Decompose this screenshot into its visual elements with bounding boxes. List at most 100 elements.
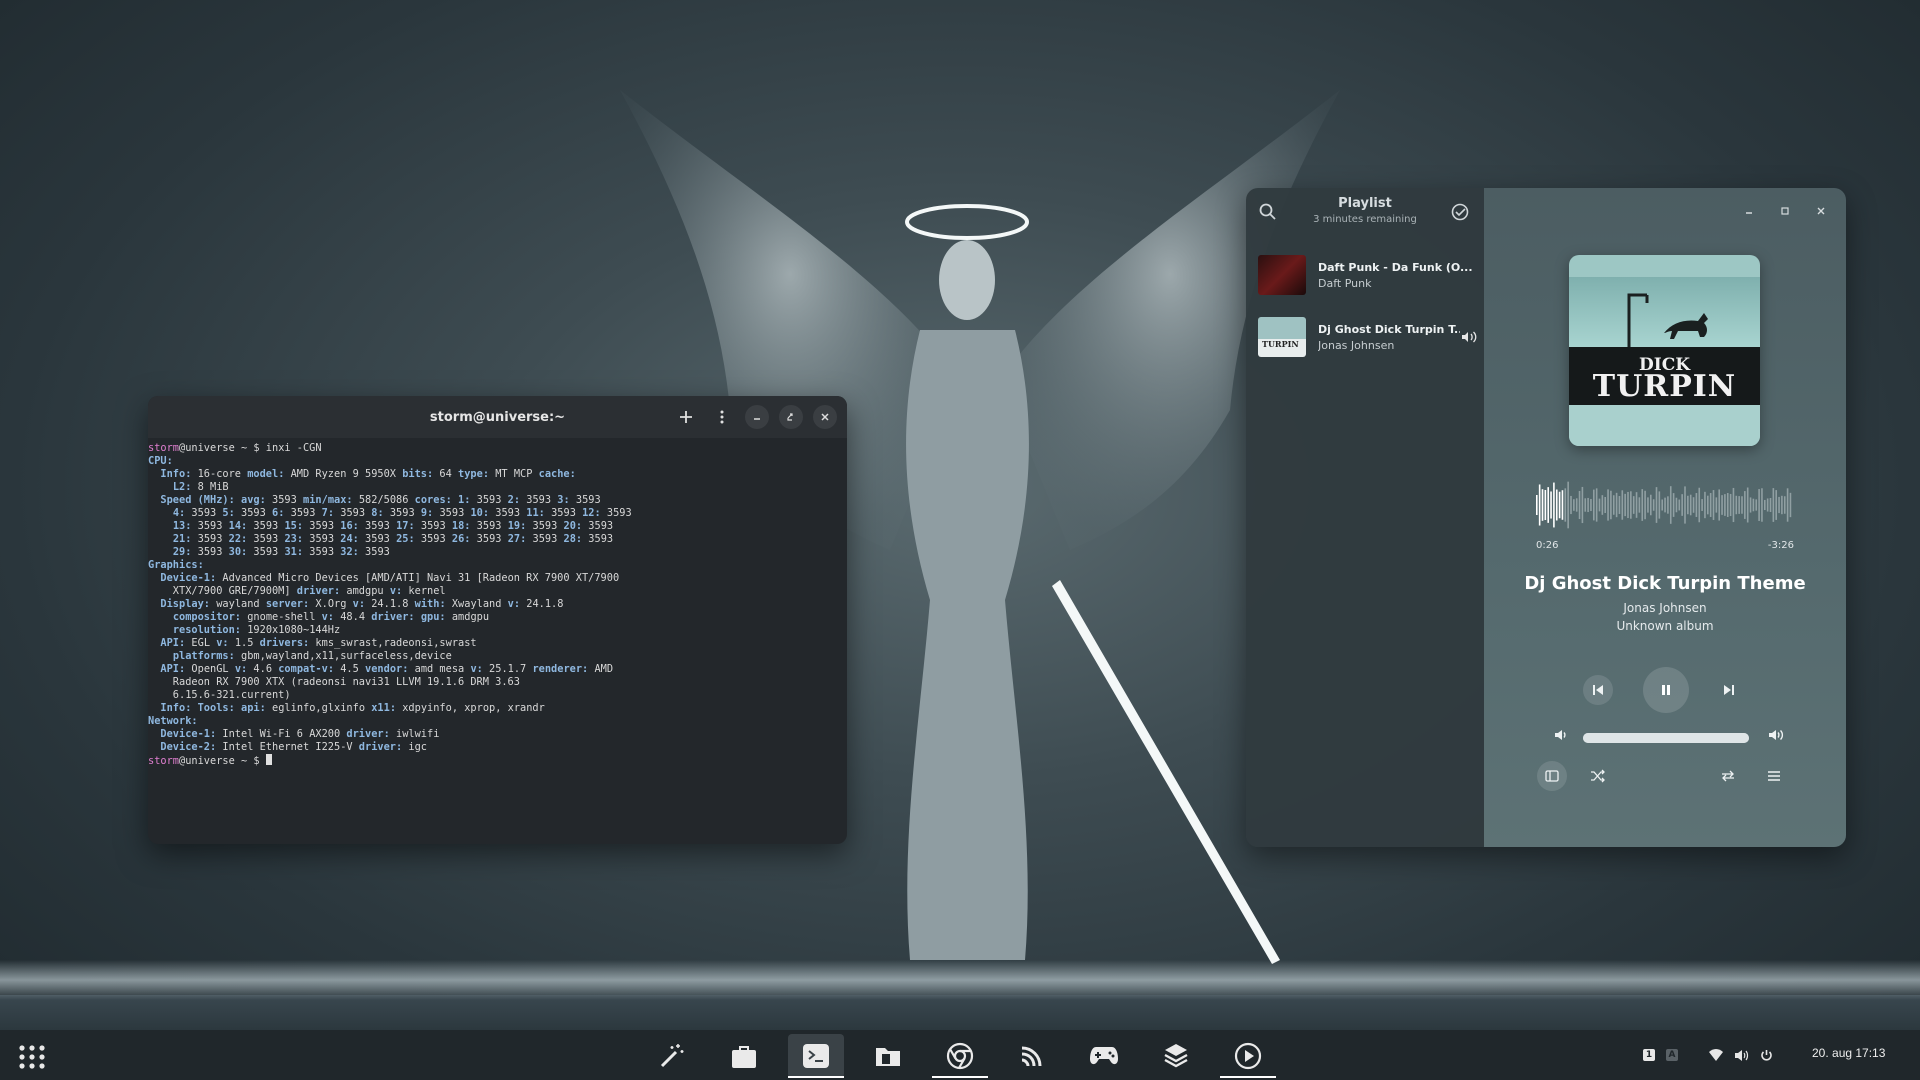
workspace-label: 1 bbox=[1643, 1049, 1655, 1061]
waveform-bar-played bbox=[1558, 491, 1561, 519]
previous-track-button[interactable] bbox=[1583, 675, 1613, 705]
sidebar-toggle-button[interactable] bbox=[1537, 761, 1567, 791]
waveform-bar bbox=[1564, 488, 1567, 522]
dock-rss-app[interactable] bbox=[1004, 1034, 1060, 1078]
select-check-icon[interactable] bbox=[1450, 202, 1470, 222]
player-close-button[interactable] bbox=[1810, 200, 1832, 222]
waveform-bar bbox=[1681, 494, 1683, 516]
waveform-bar bbox=[1601, 495, 1604, 515]
plus-icon bbox=[680, 411, 692, 423]
dock-files-app[interactable] bbox=[860, 1034, 916, 1078]
terminal-maximize-button[interactable] bbox=[779, 405, 803, 429]
clock[interactable]: 20. aug 17:13 bbox=[1812, 1046, 1885, 1060]
terminal-line: 4: 3593 5: 3593 6: 3593 7: 3593 8: 3593 … bbox=[148, 507, 847, 520]
dock-store-app[interactable] bbox=[716, 1034, 772, 1078]
gamepad-icon bbox=[1090, 1047, 1118, 1065]
terminal-text: v: bbox=[389, 585, 403, 597]
terminal-text: 11: bbox=[526, 507, 545, 519]
dock-layers-app[interactable] bbox=[1148, 1034, 1204, 1078]
terminal-text: API: bbox=[160, 637, 186, 649]
terminal-text: bits: bbox=[402, 468, 434, 480]
waveform-bar bbox=[1615, 492, 1618, 518]
repeat-button[interactable] bbox=[1713, 761, 1743, 791]
volume-slider[interactable] bbox=[1583, 733, 1749, 743]
waveform-bar bbox=[1587, 497, 1589, 513]
terminal-text: 3593 bbox=[358, 533, 397, 545]
kebab-menu-icon bbox=[720, 410, 724, 424]
playlist-item[interactable]: Daft Punk - Da Funk (O... Daft Punk bbox=[1258, 250, 1478, 300]
pause-button[interactable] bbox=[1643, 667, 1689, 713]
next-track-button[interactable] bbox=[1714, 675, 1744, 705]
player-minimize-button[interactable] bbox=[1738, 200, 1760, 222]
shuffle-button[interactable] bbox=[1583, 761, 1613, 791]
waveform-bar bbox=[1669, 486, 1672, 524]
terminal-text: 25: bbox=[396, 533, 415, 545]
waveform-bar bbox=[1570, 495, 1572, 515]
terminal-text: 13: bbox=[172, 520, 192, 532]
main-menu-button[interactable] bbox=[1759, 761, 1789, 791]
music-player-window[interactable]: Playlist 3 minutes remaining Daft Punk -… bbox=[1246, 188, 1846, 847]
waveform-bar bbox=[1761, 488, 1763, 522]
terminal-window[interactable]: storm@universe:~ storm@universe ~ $ inxi… bbox=[148, 396, 847, 844]
minimize-icon bbox=[1746, 212, 1752, 214]
terminal-menu-button[interactable] bbox=[709, 404, 735, 430]
waveform-bar bbox=[1692, 497, 1695, 513]
terminal-text: 21: bbox=[172, 533, 192, 545]
waveform-bar bbox=[1721, 495, 1723, 515]
terminal-output[interactable]: storm@universe ~ $ inxi -CGN CPU: Info: 1… bbox=[148, 438, 847, 767]
waveform-bar bbox=[1635, 492, 1638, 518]
new-tab-button[interactable] bbox=[673, 404, 699, 430]
player-maximize-button[interactable] bbox=[1774, 200, 1796, 222]
waveform-bar bbox=[1755, 499, 1758, 511]
terminal-text: 19: bbox=[507, 520, 527, 532]
terminal-text: 3593 bbox=[433, 507, 471, 519]
terminal-text: Tools: bbox=[197, 702, 235, 714]
terminal-text: 2: bbox=[507, 494, 521, 506]
app-grid-icon[interactable] bbox=[18, 1044, 46, 1070]
waveform-bar bbox=[1715, 497, 1718, 513]
terminal-minimize-button[interactable] bbox=[745, 405, 769, 429]
hamburger-menu-icon bbox=[1768, 771, 1780, 781]
volume-high-button[interactable] bbox=[1761, 720, 1791, 750]
terminal-line: API: EGL v: 1.5 drivers: kms_swrast,rade… bbox=[148, 637, 847, 650]
terminal-text: 25.1.7 bbox=[482, 663, 533, 675]
waveform-bar-played bbox=[1541, 489, 1544, 521]
waveform-bar bbox=[1766, 498, 1769, 512]
volume-low-button[interactable] bbox=[1546, 720, 1576, 750]
terminal-text: CPU: bbox=[148, 455, 173, 467]
terminal-text: gbm,wayland,x11,surfaceless,device bbox=[234, 650, 452, 662]
terminal-text: 16-core bbox=[191, 468, 248, 480]
volume-status[interactable] bbox=[1733, 1046, 1749, 1064]
dock-music-player-app[interactable] bbox=[1220, 1034, 1276, 1078]
playlist-item-playing[interactable]: TURPIN Dj Ghost Dick Turpin T... Jonas J… bbox=[1258, 312, 1478, 362]
skip-next-icon bbox=[1724, 685, 1734, 695]
waveform-bar bbox=[1758, 489, 1760, 521]
waveform-bar bbox=[1661, 499, 1663, 511]
playlist-title: Playlist bbox=[1338, 196, 1392, 211]
waveform-bar bbox=[1641, 489, 1644, 521]
terminal-text: server: bbox=[265, 598, 310, 610]
dock-chrome-app[interactable] bbox=[932, 1034, 988, 1078]
waveform-bar-played bbox=[1536, 495, 1538, 515]
waveform-bar-played bbox=[1544, 489, 1547, 521]
dock-terminal-app[interactable] bbox=[788, 1034, 844, 1078]
terminal-text: drivers: bbox=[259, 637, 310, 649]
terminal-header-bar[interactable]: storm@universe:~ bbox=[148, 396, 847, 438]
terminal-close-button[interactable] bbox=[813, 405, 837, 429]
terminal-text: 3593 bbox=[247, 533, 285, 545]
workspace-1-indicator[interactable]: 1 bbox=[1642, 1046, 1656, 1064]
terminal-icon bbox=[803, 1044, 829, 1068]
workspace-2-indicator[interactable]: A bbox=[1665, 1046, 1679, 1064]
wifi-status[interactable] bbox=[1708, 1046, 1724, 1064]
power-menu[interactable] bbox=[1758, 1046, 1774, 1064]
dock-magic-wand-app[interactable] bbox=[644, 1034, 700, 1078]
terminal-text: v: bbox=[234, 663, 248, 675]
waveform-seekbar[interactable] bbox=[1536, 480, 1792, 530]
waveform-bar bbox=[1781, 495, 1783, 515]
terminal-text: 24: bbox=[340, 533, 359, 545]
terminal-text: Xwayland bbox=[445, 598, 508, 610]
dock-games-app[interactable] bbox=[1076, 1034, 1132, 1078]
waveform-bar bbox=[1638, 497, 1641, 513]
